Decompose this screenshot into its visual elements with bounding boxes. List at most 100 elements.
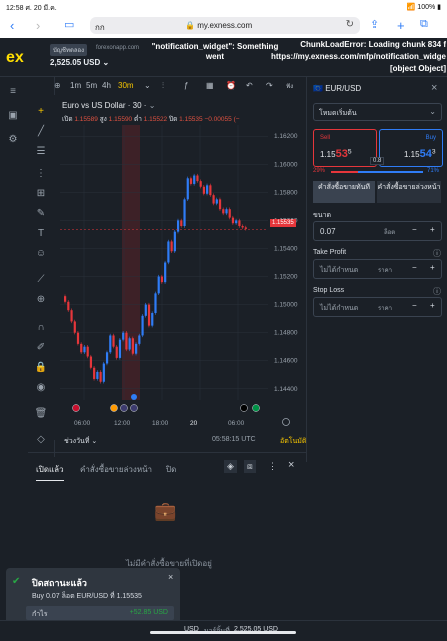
info-icon[interactable]: ⓘ: [433, 248, 441, 259]
volume-stepper[interactable]: 0.07 ล็อต − +: [313, 221, 442, 241]
trash-icon[interactable]: 🗑: [34, 407, 48, 421]
candle-body: [235, 220, 238, 224]
error-chunk-line-2: https://my.exness.com/mfp/notification_w…: [271, 52, 446, 61]
more-icon[interactable]: ⋮: [268, 461, 277, 472]
account-domain: forexonapp.com: [96, 45, 140, 51]
candle-body: [183, 199, 186, 227]
app-header: ex บัญชีทดลอง forexonapp.com 2,525.05 US…: [0, 38, 447, 77]
tf-1m[interactable]: 1m: [70, 81, 81, 90]
volume-plus-button[interactable]: +: [430, 225, 435, 234]
account-balance[interactable]: 2,525.05 USD ⌄: [50, 58, 109, 67]
auto-scale-button[interactable]: อัตโนมัติ: [280, 436, 306, 447]
stop-loss-input[interactable]: ไม่ได้กำหนด ราคา − +: [313, 297, 442, 317]
indicator-label[interactable]: ฟัง: [286, 81, 293, 91]
chart-footer: ช่วงวันที่ ⌄ 05:58:15 UTC อัตโนมัติ: [54, 430, 306, 450]
url-text: 🔒 my.exness.com: [185, 21, 253, 30]
candle-body: [125, 332, 128, 350]
chart-canvas[interactable]: 1.162001.160001.158001.156001.154001.152…: [54, 95, 306, 440]
forward-icon[interactable]: ›: [36, 18, 40, 33]
candle-body: [102, 363, 105, 382]
candle-body: [76, 332, 80, 344]
redo-icon[interactable]: ↷: [266, 81, 273, 90]
address-bar[interactable]: กก 🔒 my.exness.com ↻: [90, 17, 360, 34]
crosshair-icon[interactable]: +: [34, 105, 48, 119]
candle-body: [80, 343, 83, 353]
lock-icon[interactable]: 🔒: [34, 361, 48, 375]
back-icon[interactable]: ‹: [10, 18, 14, 33]
close-icon[interactable]: ×: [288, 459, 294, 471]
diamond-icon[interactable]: ◇: [34, 433, 48, 447]
new-tab-icon[interactable]: +: [397, 18, 405, 33]
pencil-lock-icon[interactable]: ✐: [34, 341, 48, 355]
candle-body: [135, 343, 138, 354]
buy-button[interactable]: Buy 1.15543: [379, 129, 443, 167]
toast-close-icon[interactable]: ×: [168, 572, 173, 582]
candle-body: [105, 352, 109, 364]
tp-minus-button[interactable]: −: [412, 263, 417, 272]
sl-minus-button[interactable]: −: [412, 301, 417, 310]
trendline-icon[interactable]: ╱: [34, 125, 48, 139]
sl-plus-button[interactable]: +: [430, 301, 435, 310]
stack-icon[interactable]: ⧈: [244, 460, 256, 473]
undo-icon[interactable]: ↶: [246, 81, 253, 90]
fib-icon[interactable]: ☰: [34, 145, 48, 159]
period-selector[interactable]: ช่วงวันที่ ⌄: [64, 436, 97, 447]
candle-body: [118, 339, 122, 358]
channel-icon[interactable]: ⋮: [34, 167, 48, 181]
tab-open[interactable]: เปิดแล้ว: [36, 463, 64, 481]
pending-order-tab[interactable]: คำสั่งซื้อขายล่วงหน้า: [377, 181, 441, 203]
event-flag-icon: [130, 404, 138, 412]
reader-toggle[interactable]: กก: [95, 21, 105, 34]
tab-pending[interactable]: คำสั่งซื้อขายล่วงหน้า: [80, 463, 152, 476]
account-type-badge[interactable]: บัญชีทดลอง: [50, 44, 88, 56]
status-time: 12:58 ศ. 20 มี.ค.: [6, 5, 57, 12]
candle-body: [212, 195, 215, 204]
y-tick-label: 1.16200: [274, 133, 298, 140]
emoji-icon[interactable]: ☺: [34, 247, 48, 261]
ruler-icon[interactable]: ⟋: [34, 273, 48, 287]
tf-30m[interactable]: 30m: [118, 81, 134, 90]
settings-gear-icon: [282, 418, 290, 426]
book-icon[interactable]: ▭: [64, 18, 74, 31]
tp-plus-button[interactable]: +: [430, 263, 435, 272]
menu-icon[interactable]: ≡: [6, 85, 20, 99]
eye-icon[interactable]: ◉: [34, 381, 48, 395]
layers-icon[interactable]: ◈: [224, 460, 237, 473]
y-tick-label: 1.14600: [274, 358, 298, 365]
info-icon[interactable]: ⓘ: [433, 286, 441, 297]
take-profit-input[interactable]: ไม่ได้กำหนด ราคา − +: [313, 259, 442, 279]
briefcase-icon[interactable]: ▣: [6, 109, 20, 123]
sell-button[interactable]: Sell 1.15535: [313, 129, 377, 167]
pattern-icon[interactable]: ⊞: [34, 187, 48, 201]
candle-body: [115, 346, 118, 358]
market-order-tab[interactable]: คำสั่งซื้อขายทันที: [313, 181, 375, 203]
tab-closed[interactable]: ปิด: [166, 463, 176, 476]
volume-value[interactable]: 0.07: [320, 227, 336, 236]
share-icon[interactable]: ⇪: [370, 18, 379, 31]
alert-icon[interactable]: ⏰: [226, 81, 236, 90]
indicators-icon[interactable]: ƒ: [184, 81, 188, 90]
brush-icon[interactable]: ✎: [34, 207, 48, 221]
price-chart[interactable]: 1.162001.160001.158001.156001.154001.152…: [54, 95, 306, 440]
tf-4h[interactable]: 4h: [102, 81, 111, 90]
candle-type-icon[interactable]: ⫶: [162, 81, 164, 91]
candle-body: [199, 181, 202, 187]
candle-body: [196, 175, 199, 182]
mode-select[interactable]: โหมดเริ่มต้น ⌄: [313, 103, 442, 121]
settings-icon[interactable]: ⚙: [6, 133, 20, 147]
candle-body: [144, 304, 147, 316]
tf-5m[interactable]: 5m: [86, 81, 97, 90]
volume-minus-button[interactable]: −: [412, 225, 417, 234]
layout-icon[interactable]: ▦: [206, 81, 214, 90]
tabs-icon[interactable]: ⧉: [420, 18, 428, 31]
close-panel-icon[interactable]: ×: [431, 82, 437, 94]
reload-icon[interactable]: ↻: [346, 19, 354, 30]
magnet-icon[interactable]: ∩: [34, 321, 48, 335]
zoom-in-icon[interactable]: ⊕: [34, 293, 48, 307]
candle-body: [167, 241, 170, 263]
sentiment-bar: [331, 171, 423, 173]
candle-body: [73, 321, 76, 333]
chevron-down-icon[interactable]: ⌄: [144, 81, 151, 90]
add-icon[interactable]: ⊕: [54, 81, 61, 90]
text-icon[interactable]: T: [34, 227, 48, 241]
